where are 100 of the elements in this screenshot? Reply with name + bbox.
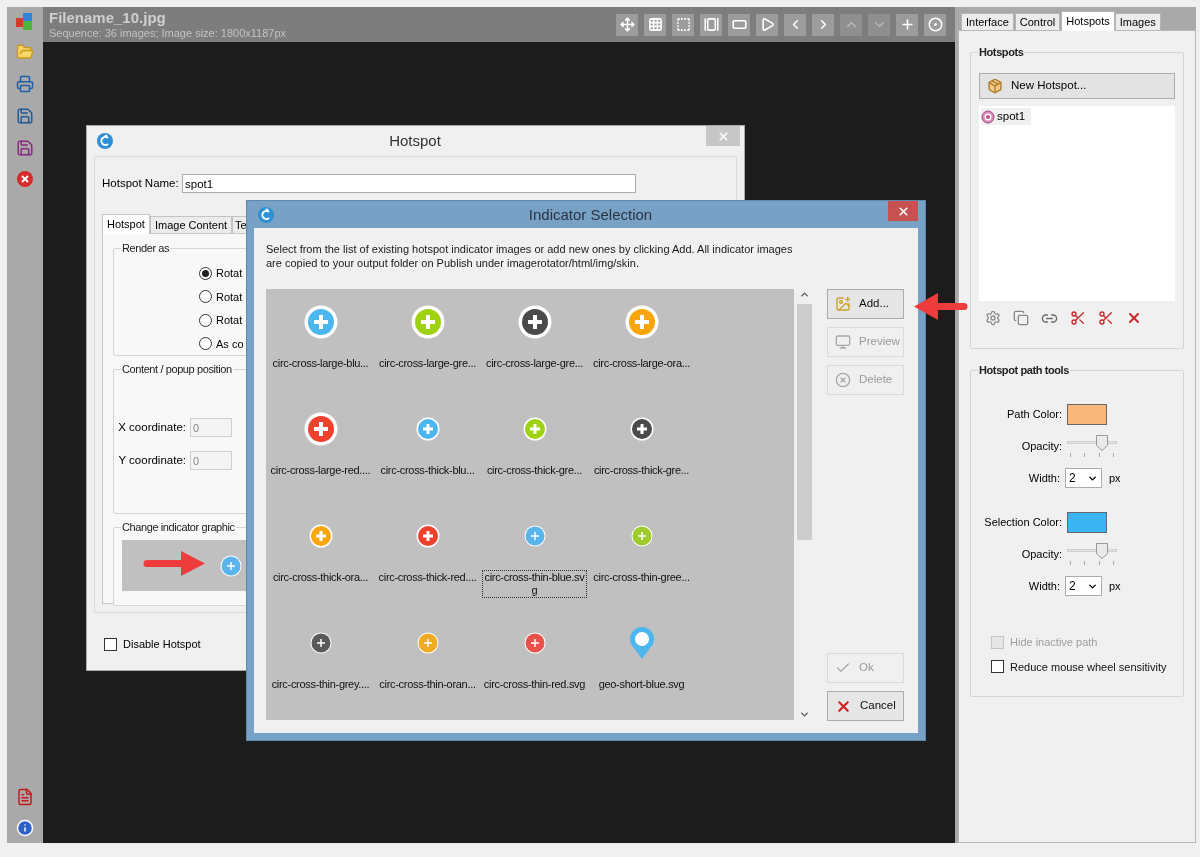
settings-icon[interactable] [985, 310, 1001, 326]
copy-icon[interactable] [1013, 310, 1029, 326]
unit-label: px [1109, 470, 1121, 486]
toolbar-button[interactable] [616, 13, 638, 36]
new-hotspot-button[interactable]: New Hotspot... [979, 73, 1175, 99]
delete-icon[interactable] [1126, 310, 1142, 326]
tab[interactable]: Images [1114, 13, 1161, 30]
toolbar-button[interactable] [924, 13, 946, 36]
indicator-item[interactable]: circ-cross-thin-oran... [378, 677, 477, 692]
opacity-label: Opacity: [1020, 438, 1063, 454]
hotspot-name-field[interactable]: spot1 [182, 174, 636, 193]
indicator-item[interactable]: circ-cross-thin-grey.... [270, 677, 371, 692]
move-icon [619, 17, 635, 32]
indicator-item[interactable]: circ-cross-large-red.... [269, 463, 372, 478]
toolbar-button[interactable] [896, 13, 918, 36]
radio-button[interactable] [199, 290, 212, 304]
toolbar-button[interactable] [756, 13, 778, 36]
width-label: Width: [1027, 578, 1061, 594]
play-icon [759, 17, 775, 32]
slider-thumb[interactable] [1096, 543, 1108, 559]
radio-button[interactable] [199, 337, 212, 351]
field-label: X coordinate: [117, 419, 187, 435]
indicator-item[interactable]: circ-cross-large-ora... [592, 356, 691, 371]
pdf-file-icon[interactable] [16, 788, 34, 806]
toolbar-button[interactable] [672, 13, 694, 36]
pointer-arrow [143, 550, 206, 577]
target-icon [927, 17, 943, 32]
add-image-icon [835, 296, 851, 312]
opacity-slider[interactable] [1067, 435, 1117, 457]
color-swatch[interactable] [1067, 403, 1107, 425]
info-icon[interactable] [16, 819, 34, 837]
indicator-item[interactable]: circ-cross-thin-red.svg [482, 677, 587, 692]
instructions-text: Select from the list of existing hotspot indicator images or add new ones by clicking Add. All indicator images are copied to your output folder on Publish under imagerotator/html/img/skin. [266, 242, 794, 270]
indicator-item[interactable]: circ-cross-thick-ora... [271, 570, 370, 585]
toolbar-button[interactable] [784, 13, 806, 36]
pointer-arrow [913, 292, 968, 321]
toolbar-button[interactable] [700, 13, 722, 36]
package-icon [987, 78, 1003, 94]
tab[interactable]: Control [1014, 13, 1061, 30]
scroll-up-icon[interactable] [799, 289, 810, 300]
app-logo-icon [257, 206, 275, 224]
unit-label: px [1109, 578, 1121, 594]
checkbox[interactable] [991, 660, 1004, 674]
tab[interactable]: Interface [961, 13, 1014, 30]
close-icon[interactable] [16, 170, 34, 188]
indicator-item[interactable]: circ-cross-large-gre... [485, 356, 584, 371]
dialog-title: Indicator Selection [527, 205, 654, 225]
indicator-item[interactable]: circ-cross-thick-gre... [485, 463, 584, 478]
radio-label: Rotat [216, 313, 243, 328]
radio-button[interactable] [199, 313, 212, 327]
toolbar-button[interactable] [644, 13, 666, 36]
save-icon[interactable] [16, 139, 34, 157]
indicator-item[interactable]: circ-cross-large-gre... [378, 356, 477, 371]
scroll-down-icon[interactable] [799, 709, 810, 720]
list-item[interactable]: spot1 [981, 108, 1032, 126]
radio-label: Rotat [216, 266, 243, 281]
tab[interactable]: Image Content [149, 216, 233, 233]
color-label: Selection Color: [983, 514, 1063, 530]
toolbar-button[interactable] [812, 13, 834, 36]
width-select[interactable]: 2 [1065, 576, 1102, 596]
group-title: Render as [121, 241, 171, 255]
opacity-label: Opacity: [1020, 546, 1063, 562]
width-select[interactable]: 2 [1065, 468, 1102, 488]
color-swatch[interactable] [1067, 511, 1107, 533]
indicator-item[interactable]: circ-cross-thin-blue.svg [482, 570, 587, 598]
close-button[interactable] [888, 201, 918, 221]
checkbox[interactable] [104, 637, 117, 651]
tab[interactable]: Hotspot [102, 214, 150, 234]
group-title: Hotspots [978, 45, 1025, 59]
add-button[interactable]: Add... [827, 289, 904, 319]
tab[interactable]: Hotspots [1061, 11, 1115, 31]
scissors-icon[interactable] [1098, 310, 1114, 326]
indicator-item[interactable]: circ-cross-thick-red.... [377, 570, 478, 585]
close-icon [716, 129, 730, 143]
indicator-item[interactable]: circ-cross-large-blu... [271, 356, 370, 371]
cancel-button[interactable]: Cancel [827, 691, 904, 721]
group-title: Content / popup position [121, 362, 233, 376]
indicator-item[interactable]: circ-cross-thick-gre... [592, 463, 691, 478]
checkbox-label: Reduce mouse wheel sensitivity [1010, 659, 1167, 675]
scrollbar[interactable] [796, 289, 813, 720]
checkbox-label: Hide inactive path [1010, 635, 1098, 650]
indicator-item[interactable]: circ-cross-thin-gree... [592, 570, 691, 585]
indicator-item[interactable]: geo-short-blue.svg [597, 677, 686, 692]
filmstrip-icon [703, 17, 719, 32]
close-icon [896, 204, 910, 218]
indicator-item[interactable]: circ-cross-thick-blu... [379, 463, 476, 478]
save-icon[interactable] [16, 107, 34, 125]
color-label: Path Color: [1005, 406, 1063, 422]
toolbar-button[interactable] [728, 13, 750, 36]
plus-circle-icon[interactable] [220, 554, 242, 577]
monitor-icon [835, 334, 851, 350]
slider-thumb[interactable] [1096, 435, 1108, 451]
hotspot-name: spot1 [997, 109, 1026, 124]
scissors-icon[interactable] [1070, 310, 1086, 326]
radio-button[interactable] [199, 266, 212, 280]
field-label: Hotspot Name: [102, 175, 180, 191]
printer-icon[interactable] [16, 75, 34, 93]
width-label: Width: [1027, 470, 1061, 486]
opacity-slider[interactable] [1067, 543, 1117, 565]
checkbox-label: Disable Hotspot [123, 637, 201, 652]
